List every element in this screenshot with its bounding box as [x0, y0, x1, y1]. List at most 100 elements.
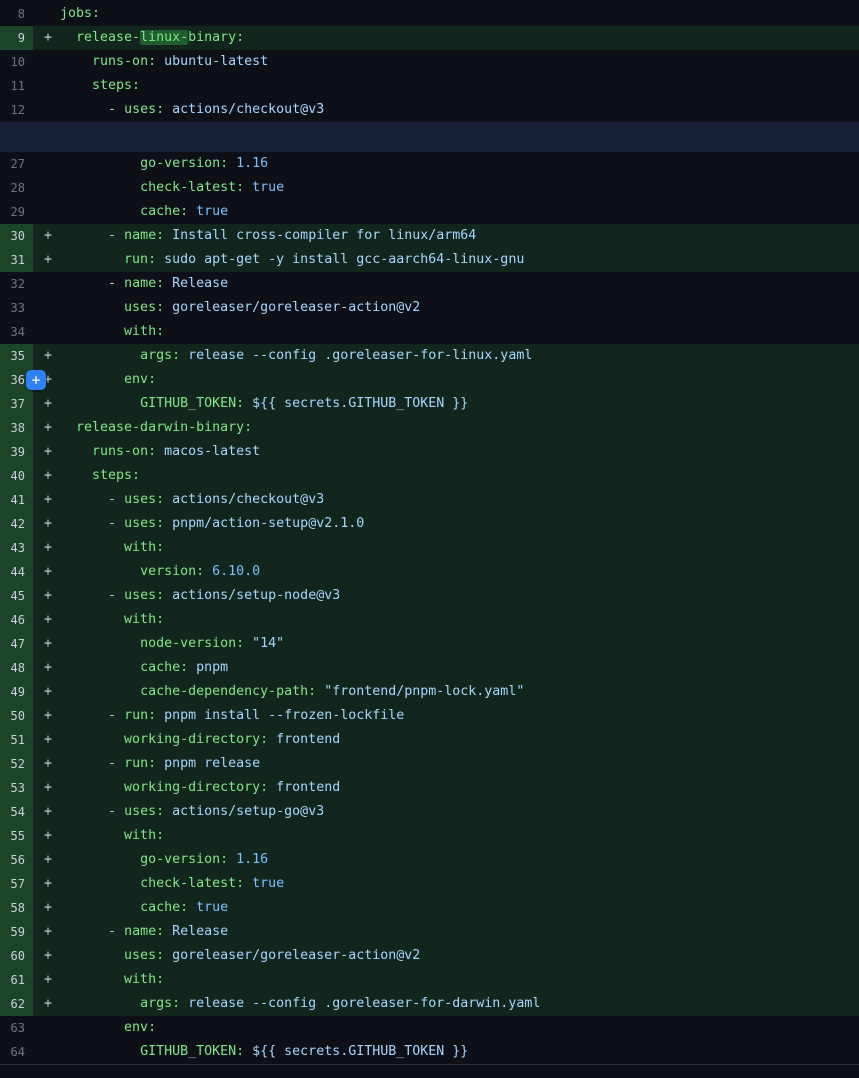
- diff-line-row: 47 + node-version: "14": [0, 632, 859, 656]
- diff-marker: +: [33, 824, 60, 848]
- diff-marker: [33, 296, 60, 320]
- line-number[interactable]: 35: [0, 344, 33, 368]
- diff-marker: +: [33, 488, 60, 512]
- code-segment: frontend: [268, 732, 340, 747]
- code-segment: release --config .goreleaser-for-darwin.…: [180, 996, 540, 1011]
- code-segment: 1.16: [228, 852, 268, 867]
- line-number[interactable]: 28: [0, 176, 33, 200]
- line-number[interactable]: 50: [0, 704, 33, 728]
- diff-line-row: 36 + env: +: [0, 368, 859, 392]
- line-number[interactable]: 54: [0, 800, 33, 824]
- diff-line-row: 46 + with:: [0, 608, 859, 632]
- diff-line-row: 54 + - uses: actions/setup-go@v3: [0, 800, 859, 824]
- code-segment: working-directory:: [124, 780, 268, 795]
- diff-line-row: 62 + args: release --config .goreleaser-…: [0, 992, 859, 1016]
- diff-line-row: 12 - uses: actions/checkout@v3: [0, 98, 859, 122]
- diff-line-row: 44 + version: 6.10.0: [0, 560, 859, 584]
- line-number[interactable]: 43: [0, 536, 33, 560]
- diff-marker: +: [33, 440, 60, 464]
- line-number[interactable]: 37: [0, 392, 33, 416]
- code-line: go-version: 1.16: [60, 152, 859, 176]
- line-number[interactable]: 47: [0, 632, 33, 656]
- code-segment: -: [108, 516, 124, 531]
- code-segment: actions/setup-go@v3: [164, 804, 324, 819]
- line-number[interactable]: 61: [0, 968, 33, 992]
- line-number[interactable]: 31: [0, 248, 33, 272]
- code-segment: -: [108, 228, 124, 243]
- code-line: with:: [60, 320, 859, 344]
- code-line: - uses: actions/checkout@v3: [60, 98, 859, 122]
- code-segment: actions/checkout@v3: [164, 102, 324, 117]
- line-number[interactable]: 46: [0, 608, 33, 632]
- code-segment: 6.10.0: [204, 564, 260, 579]
- code-segment: run:: [124, 708, 156, 723]
- diff-marker: [33, 1016, 60, 1040]
- line-number[interactable]: 8: [0, 2, 33, 26]
- line-number[interactable]: 60: [0, 944, 33, 968]
- diff-line-row: 45 + - uses: actions/setup-node@v3: [0, 584, 859, 608]
- line-number[interactable]: 39: [0, 440, 33, 464]
- line-number[interactable]: 32: [0, 272, 33, 296]
- line-number[interactable]: 11: [0, 74, 33, 98]
- diff-marker: +: [33, 560, 60, 584]
- code-segment: pnpm install --frozen-lockfile: [156, 708, 404, 723]
- diff-line-row: 52 + - run: pnpm release: [0, 752, 859, 776]
- line-number[interactable]: 53: [0, 776, 33, 800]
- code-segment: pnpm/action-setup@v2.1.0: [164, 516, 364, 531]
- line-number[interactable]: 49: [0, 680, 33, 704]
- line-number[interactable]: 38: [0, 416, 33, 440]
- word-diff-highlight: linux-: [140, 30, 188, 45]
- code-segment: goreleaser/goreleaser-action@v2: [164, 300, 420, 315]
- diff-line-row: 57 + check-latest: true: [0, 872, 859, 896]
- add-comment-button[interactable]: +: [26, 370, 46, 390]
- line-number[interactable]: 51: [0, 728, 33, 752]
- line-number[interactable]: 27: [0, 152, 33, 176]
- code-segment: with:: [124, 540, 164, 555]
- line-number[interactable]: 52: [0, 752, 33, 776]
- line-number[interactable]: 29: [0, 200, 33, 224]
- code-segment: args:: [140, 348, 180, 363]
- line-number[interactable]: 58: [0, 896, 33, 920]
- line-number[interactable]: 9: [0, 26, 33, 50]
- diff-marker: [33, 1040, 60, 1064]
- line-number[interactable]: 42: [0, 512, 33, 536]
- hunk-expander[interactable]: [0, 122, 859, 152]
- code-line: working-directory: frontend: [60, 776, 859, 800]
- line-number[interactable]: 59: [0, 920, 33, 944]
- line-number[interactable]: 64: [0, 1040, 33, 1064]
- line-number[interactable]: 62: [0, 992, 33, 1016]
- code-line: - uses: actions/checkout@v3: [60, 488, 859, 512]
- code-segment: go-version:: [140, 852, 228, 867]
- line-number[interactable]: 30: [0, 224, 33, 248]
- line-number[interactable]: 55: [0, 824, 33, 848]
- line-number[interactable]: 12: [0, 98, 33, 122]
- diff-marker: +: [33, 752, 60, 776]
- line-number[interactable]: 34: [0, 320, 33, 344]
- diff-marker: [33, 200, 60, 224]
- diff-line-row: 64 GITHUB_TOKEN: ${{ secrets.GITHUB_TOKE…: [0, 1040, 859, 1064]
- code-line: GITHUB_TOKEN: ${{ secrets.GITHUB_TOKEN }…: [60, 392, 859, 416]
- line-number[interactable]: 63: [0, 1016, 33, 1040]
- code-line: with:: [60, 968, 859, 992]
- diff-line-row: 29 cache: true: [0, 200, 859, 224]
- diff-line-row: 38 + release-darwin-binary:: [0, 416, 859, 440]
- line-number[interactable]: 33: [0, 296, 33, 320]
- code-segment: Release: [164, 276, 228, 291]
- code-segment: with:: [124, 324, 164, 339]
- line-number[interactable]: 57: [0, 872, 33, 896]
- line-number[interactable]: 40: [0, 464, 33, 488]
- code-segment: binary:: [188, 30, 244, 45]
- diff-footer-edge: [0, 1064, 859, 1078]
- diff-marker: +: [33, 728, 60, 752]
- line-number[interactable]: 41: [0, 488, 33, 512]
- code-line: cache-dependency-path: "frontend/pnpm-lo…: [60, 680, 859, 704]
- code-segment: -: [108, 804, 124, 819]
- diff-line-row: 28 check-latest: true: [0, 176, 859, 200]
- line-number[interactable]: 48: [0, 656, 33, 680]
- line-number[interactable]: 45: [0, 584, 33, 608]
- line-number[interactable]: 44: [0, 560, 33, 584]
- line-number[interactable]: 10: [0, 50, 33, 74]
- diff-marker: +: [33, 416, 60, 440]
- line-number[interactable]: 56: [0, 848, 33, 872]
- diff-line-row: 58 + cache: true: [0, 896, 859, 920]
